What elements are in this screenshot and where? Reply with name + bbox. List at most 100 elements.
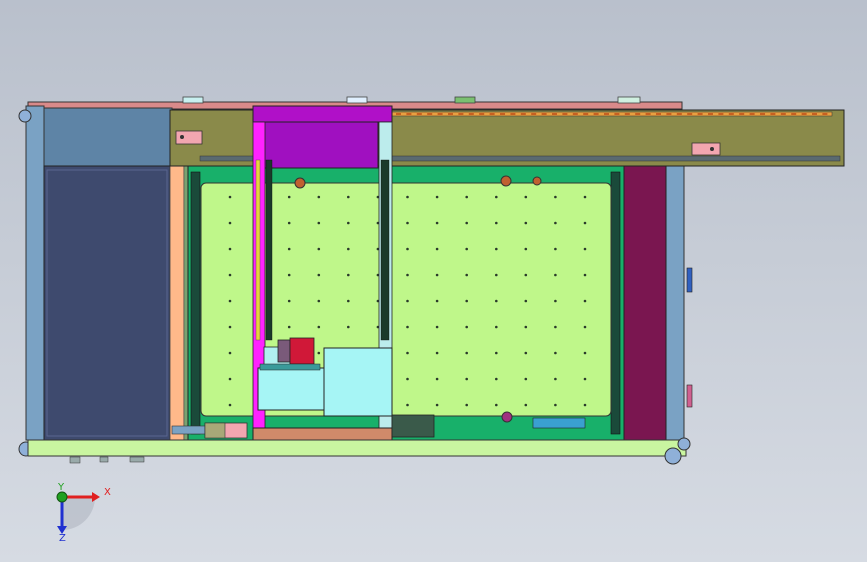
bed-hole — [228, 195, 232, 199]
left-top-foot — [18, 109, 32, 123]
carriage-rail-left-inner — [255, 159, 261, 341]
beam-bolt — [822, 113, 828, 115]
bottom-connector-1 — [69, 456, 81, 464]
bed-hole — [435, 299, 439, 303]
beam-bolt — [520, 113, 526, 115]
beam-bolt — [583, 113, 589, 115]
bed-hole — [317, 273, 321, 277]
beam-bolt — [666, 113, 672, 115]
right-frame-side — [663, 163, 685, 443]
head-motor-coupler — [277, 339, 291, 363]
beam-left-tab-dot — [180, 135, 184, 139]
bed-hole — [465, 325, 469, 329]
bed-hole — [554, 221, 557, 225]
beam-bolt — [708, 113, 713, 115]
bed-hole — [317, 247, 321, 251]
bottom-connector-3 — [129, 456, 145, 463]
bed-hole — [524, 351, 528, 355]
bed-hole — [465, 195, 469, 199]
bed-hole — [554, 273, 557, 277]
beam-bolt — [531, 113, 537, 115]
bed-slider-block — [532, 417, 586, 429]
bed-nut-2 — [500, 175, 512, 187]
bed-hole — [495, 273, 498, 277]
assembly-drawing[interactable] — [0, 0, 867, 562]
beam-bolt — [552, 113, 557, 115]
carriage-body — [262, 121, 379, 169]
bed-nut-4 — [501, 411, 513, 423]
bed-hole — [347, 247, 350, 251]
bed-nut-3 — [532, 176, 542, 186]
bed-hole — [554, 247, 557, 251]
right-side-connector-1 — [686, 267, 693, 293]
carriage-rail-left-core — [265, 159, 273, 341]
beam-bolt — [437, 113, 443, 115]
bed-hole — [465, 351, 469, 355]
bed-hole — [583, 403, 587, 407]
beam-bolt — [448, 113, 453, 115]
bed-hole — [228, 221, 232, 225]
bed-hole — [435, 247, 439, 251]
bed-hole — [406, 273, 409, 277]
beam-bolt — [801, 113, 807, 115]
beam-bolt — [458, 113, 464, 115]
bed-hole — [554, 377, 557, 381]
right-side-connector-2 — [686, 384, 693, 408]
bed-hole — [347, 221, 350, 225]
bed-hole — [583, 377, 587, 381]
bed-hole — [287, 247, 291, 251]
bed-hole — [524, 195, 528, 199]
bed-hole — [495, 377, 498, 381]
beam-bolt — [541, 113, 547, 115]
beam-bolt — [500, 113, 505, 115]
beam-bolt — [760, 113, 765, 115]
right-top-corner — [677, 437, 691, 451]
beam-top-rail — [391, 111, 833, 117]
bed-hole — [435, 377, 439, 381]
right-panel — [623, 165, 667, 441]
left-dark-panel — [43, 165, 171, 441]
bottom-connector-2 — [99, 456, 109, 463]
bed-hole — [435, 325, 439, 329]
bed-hole — [406, 403, 409, 407]
bed-hole — [495, 221, 498, 225]
carriage-rail-right-core — [380, 159, 390, 341]
beam-bolt — [604, 113, 609, 115]
cad-model-view[interactable] — [0, 0, 867, 562]
beam-bolt — [749, 113, 755, 115]
beam-bolt — [645, 113, 651, 115]
bed-hole — [524, 221, 528, 225]
beam-bolt — [406, 113, 412, 115]
left-frame-side — [25, 105, 45, 441]
bed-hole — [524, 273, 528, 277]
beam-bolt — [624, 113, 630, 115]
beam-bolt — [780, 113, 786, 115]
beam-bolt — [614, 113, 620, 115]
bed-hole — [495, 403, 498, 407]
bed-hole — [435, 403, 439, 407]
bottom-frame — [27, 439, 687, 457]
bed-hole — [495, 299, 498, 303]
peach-strip-edge — [183, 165, 189, 441]
bed-hole — [554, 325, 557, 329]
carriage-frame — [252, 105, 393, 123]
bed-nut-1 — [294, 177, 306, 189]
peach-strip — [169, 165, 185, 441]
bed-hole — [524, 403, 528, 407]
bed-hole — [406, 351, 409, 355]
beam-bolt — [396, 113, 401, 115]
bed-hole — [583, 325, 587, 329]
bed-hole — [554, 299, 557, 303]
beam-bolt — [676, 113, 682, 115]
bed-hole — [228, 403, 232, 407]
bed-hole — [347, 195, 350, 199]
top-clip-3 — [454, 96, 476, 104]
bed-hole — [465, 377, 469, 381]
bed-hole — [465, 299, 469, 303]
bed-hole — [583, 221, 587, 225]
bed-hole — [347, 299, 350, 303]
bed-hole — [287, 195, 291, 199]
bed-hole — [583, 195, 587, 199]
beam-bolt — [770, 113, 776, 115]
bed-hole — [228, 325, 232, 329]
